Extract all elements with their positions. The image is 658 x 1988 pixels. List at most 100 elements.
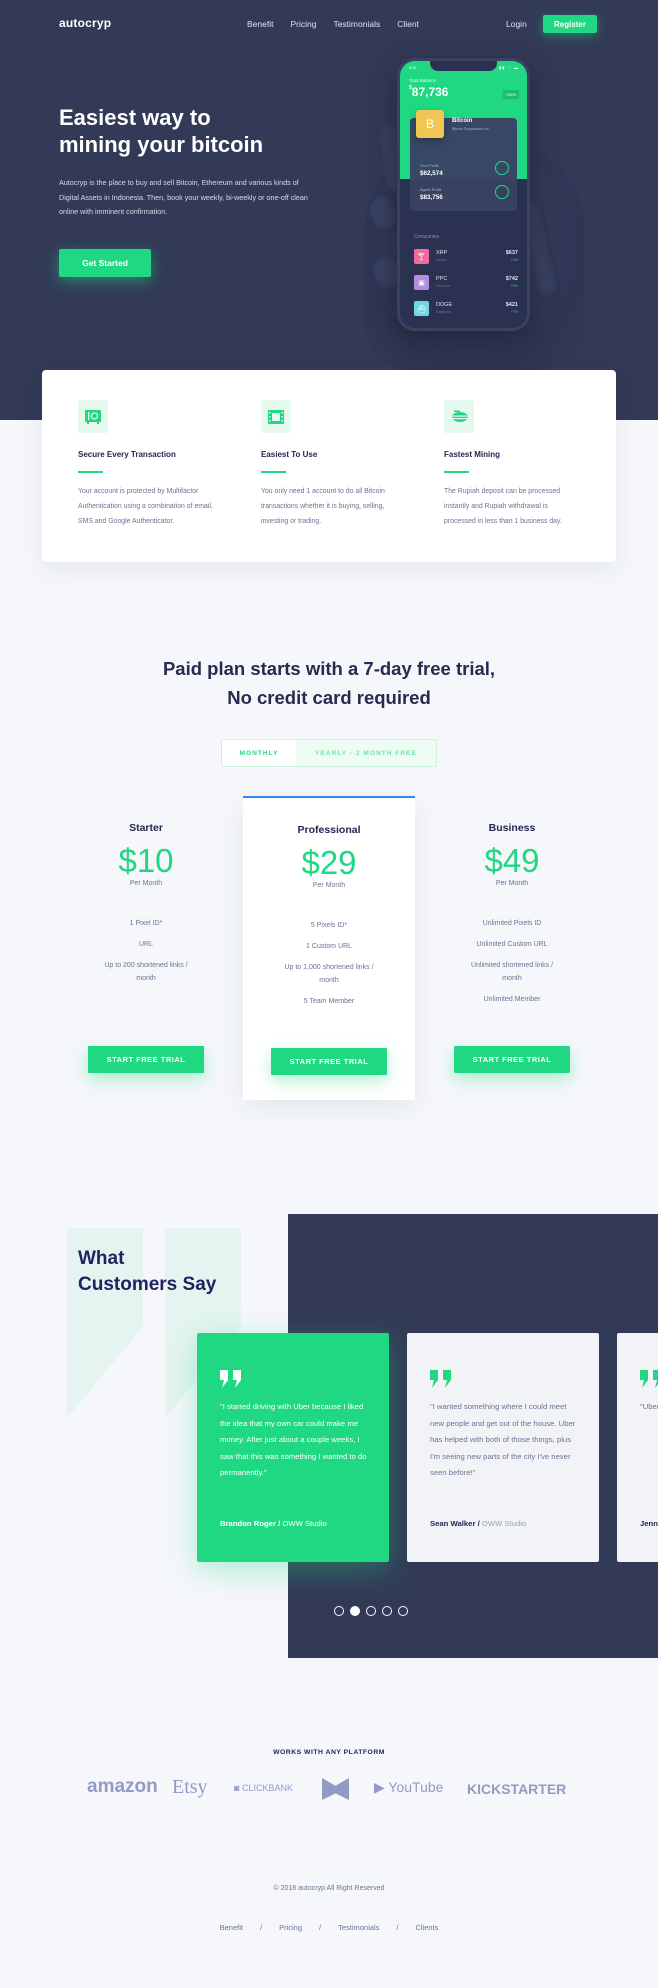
feature-fastest: Fastest Mining The Rupiah deposit can be… bbox=[444, 400, 594, 529]
plan-feature: 5 Pixels ID* bbox=[310, 922, 348, 929]
company-name: Peercoin bbox=[436, 284, 451, 288]
feature-title: Secure Every Transaction bbox=[78, 450, 176, 459]
toggle-monthly[interactable]: MONTHLY bbox=[222, 740, 296, 766]
nav-link-client[interactable]: Client bbox=[397, 19, 419, 29]
testimonials-title-line-1: What bbox=[78, 1248, 125, 1269]
plan-feature: Up to 1,000 shortened links / month bbox=[284, 964, 374, 984]
carousel-pagination bbox=[334, 1606, 408, 1616]
hero-description: Autocryp is the place to buy and sell Bi… bbox=[59, 178, 308, 216]
quote-icon bbox=[640, 1370, 658, 1388]
testimonial-card: "I wanted something where I could meet n… bbox=[407, 1333, 599, 1562]
company-change: +3% bbox=[510, 258, 518, 262]
feature-easy: Easiest To Use You only need 1 account t… bbox=[261, 400, 411, 529]
plan-features: 5 Pixels ID* 1 Custom URL Up to 1,000 sh… bbox=[243, 919, 415, 1008]
companies-label: Companies bbox=[414, 234, 440, 240]
phone-notch bbox=[430, 61, 497, 71]
plan-feature: Unlimited Member bbox=[483, 996, 541, 1003]
company-price: $421 bbox=[505, 302, 518, 308]
start-trial-button-starter[interactable]: START FREE TRIAL bbox=[88, 1046, 204, 1073]
author-company: OWW Studio bbox=[282, 1519, 327, 1528]
clickbank-icon: ◙ bbox=[234, 1783, 242, 1793]
etsy-logo: Etsy bbox=[172, 1776, 208, 1798]
plan-period: Per Month bbox=[495, 880, 529, 887]
login-link[interactable]: Login bbox=[506, 19, 527, 29]
testimonial-card: "Uber creat cake I can have Jenn bbox=[617, 1333, 658, 1562]
company-symbol: DOGE bbox=[436, 302, 453, 308]
plan-feature: 5 Team Member bbox=[303, 998, 355, 1005]
company-symbol: PPC bbox=[436, 276, 448, 282]
company-name: Dogecoin bbox=[436, 310, 452, 314]
pricing-title-line-2: No credit card required bbox=[227, 687, 431, 708]
coin-name: Bitcoin bbox=[452, 118, 473, 124]
carousel-dot-1[interactable] bbox=[334, 1606, 344, 1616]
platforms-label: WORKS WITH ANY PLATFORM bbox=[273, 1749, 385, 1756]
feature-underline bbox=[444, 471, 469, 473]
testimonials-title-line-2: Customers Say bbox=[78, 1274, 217, 1295]
balance-label: Total Balance bbox=[409, 78, 437, 83]
footer-link-benefit[interactable]: Benefit bbox=[220, 1923, 243, 1932]
plan-name: Business bbox=[488, 822, 536, 834]
testimonial-author: Jenn bbox=[640, 1519, 658, 1528]
plan-features: 1 Pixel ID* URL Up to 200 shortened link… bbox=[60, 917, 232, 985]
plan-name: Starter bbox=[129, 822, 163, 834]
feature-underline bbox=[261, 471, 286, 473]
carousel-dot-5[interactable] bbox=[398, 1606, 408, 1616]
nav-link-testimonials[interactable]: Testimonials bbox=[333, 19, 380, 29]
nav-link-pricing[interactable]: Pricing bbox=[290, 19, 316, 29]
start-trial-button-business[interactable]: START FREE TRIAL bbox=[454, 1046, 570, 1073]
footer-link-pricing[interactable]: Pricing bbox=[279, 1923, 302, 1932]
logo[interactable]: autocryp bbox=[59, 16, 111, 30]
film-icon bbox=[261, 400, 291, 433]
copyright: © 2018 autocryp All Right Reserved bbox=[273, 1885, 385, 1892]
balance-change: +25% bbox=[502, 90, 519, 99]
company-row: ⛴ DOGE Dogecoin $421 +7% bbox=[414, 301, 518, 317]
plan-period: Per Month bbox=[129, 880, 163, 887]
plan-business: Business $49 Per Month Unlimited Pixels … bbox=[426, 796, 598, 1100]
plan-features: Unlimited Pixels ID Unlimited Custom URL… bbox=[426, 917, 598, 1006]
testimonial-author: Sean Walker / OWW Studio bbox=[430, 1519, 526, 1528]
plan-period: Per Month bbox=[312, 882, 346, 889]
hero-title-line-1: Easiest way to bbox=[59, 105, 211, 130]
features-card: Secure Every Transaction Your account is… bbox=[42, 370, 616, 562]
carousel-dot-4[interactable] bbox=[382, 1606, 392, 1616]
phone-time: 9:41 bbox=[409, 65, 417, 70]
feature-description: Your account is protected by Multifactor… bbox=[78, 488, 213, 525]
plan-price: $49 bbox=[484, 842, 540, 879]
coin-company: Bitcoin Corporation Ltd bbox=[452, 127, 489, 131]
your-profit-value: $62,574 bbox=[420, 170, 443, 177]
toggle-yearly[interactable]: YEARLY - 2 MONTH FREE bbox=[296, 740, 436, 766]
blimp-icon bbox=[444, 400, 474, 433]
author-name: Brandon Roger / bbox=[220, 1519, 281, 1528]
pricing-title: Paid plan starts with a 7-day free trial… bbox=[0, 654, 658, 712]
youtube-play-icon: ▶ bbox=[374, 1779, 385, 1795]
hero-title: Easiest way to mining your bitcoin bbox=[59, 104, 319, 158]
footer-link-testimonials[interactable]: Testimonials bbox=[338, 1923, 379, 1932]
footer-link-clients[interactable]: Clients bbox=[415, 1923, 438, 1932]
company-row: 🍸 XRP Ripple $637 +3% bbox=[414, 249, 518, 265]
testimonial-text: "Uber creat cake I can have bbox=[640, 1402, 658, 1411]
start-trial-button-professional[interactable]: START FREE TRIAL bbox=[271, 1048, 387, 1075]
company-symbol: XRP bbox=[436, 250, 448, 256]
main-nav: Benefit Pricing Testimonials Client bbox=[247, 19, 419, 29]
author-name: Sean Walker / bbox=[430, 1519, 480, 1528]
bitcoin-icon: B bbox=[416, 110, 444, 138]
company-price: $742 bbox=[505, 276, 518, 282]
feature-description: The Rupiah deposit can be processed inst… bbox=[444, 488, 562, 525]
plan-feature: 1 Pixel ID* bbox=[129, 920, 163, 927]
company-row: ▣ PPC Peercoin $742 +5% bbox=[414, 275, 518, 291]
progress-ring-icon bbox=[495, 161, 509, 175]
phone-status-icons: ▮▮ ◠ ▬ bbox=[498, 65, 519, 70]
quote-icon bbox=[430, 1370, 451, 1388]
cocktail-icon: 🍸 bbox=[414, 249, 429, 264]
footer-nav: Benefit / Pricing / Testimonials / Clien… bbox=[0, 1923, 658, 1932]
get-started-button[interactable]: Get Started bbox=[59, 249, 151, 277]
carousel-dot-3[interactable] bbox=[366, 1606, 376, 1616]
youtube-text: YouTube bbox=[388, 1779, 444, 1795]
nav-link-benefit[interactable]: Benefit bbox=[247, 19, 273, 29]
balance-amount: 87,736 bbox=[411, 85, 449, 99]
clickbank-text: CLICKBANK bbox=[241, 1783, 293, 1793]
register-button[interactable]: Register bbox=[543, 15, 597, 33]
carousel-dot-2[interactable] bbox=[350, 1606, 360, 1616]
footer-separator: / bbox=[259, 1923, 263, 1932]
phone-mockup: 9:41 ▮▮ ◠ ▬ Total Balance $87,736 +25% B… bbox=[397, 58, 530, 331]
